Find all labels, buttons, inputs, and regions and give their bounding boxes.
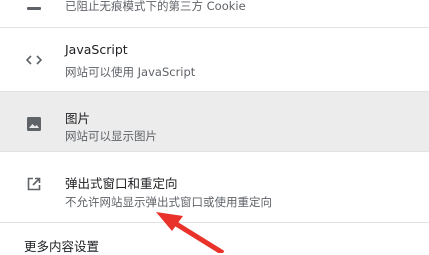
settings-row-subtitle: 网站可以显示图片 (65, 129, 157, 143)
settings-row-cookies[interactable]: 已阻止无痕模式下的第三方 Cookie (0, 0, 429, 27)
code-brackets-icon (24, 50, 44, 70)
open-in-new-icon (24, 174, 44, 194)
settings-row-images[interactable]: 图片 网站可以显示图片 (0, 91, 429, 151)
settings-row-title: JavaScript (65, 42, 128, 57)
settings-row-title: 图片 (65, 111, 91, 126)
settings-row-subtitle: 不允许网站显示弹出式窗口或使用重定向 (65, 195, 272, 209)
cookie-icon (24, 0, 44, 18)
image-icon (24, 114, 44, 134)
settings-row-subtitle: 网站可以使用 JavaScript (65, 65, 196, 79)
more-content-settings-link[interactable]: 更多内容设置 (24, 236, 99, 255)
more-content-settings-divider (0, 222, 429, 223)
settings-row-title: 弹出式窗口和重定向 (65, 176, 178, 191)
settings-row-popups[interactable]: 弹出式窗口和重定向 不允许网站显示弹出式窗口或使用重定向 (0, 151, 429, 222)
settings-row-javascript[interactable]: JavaScript 网站可以使用 JavaScript (0, 27, 429, 91)
settings-row-subtitle: 已阻止无痕模式下的第三方 Cookie (65, 0, 246, 13)
